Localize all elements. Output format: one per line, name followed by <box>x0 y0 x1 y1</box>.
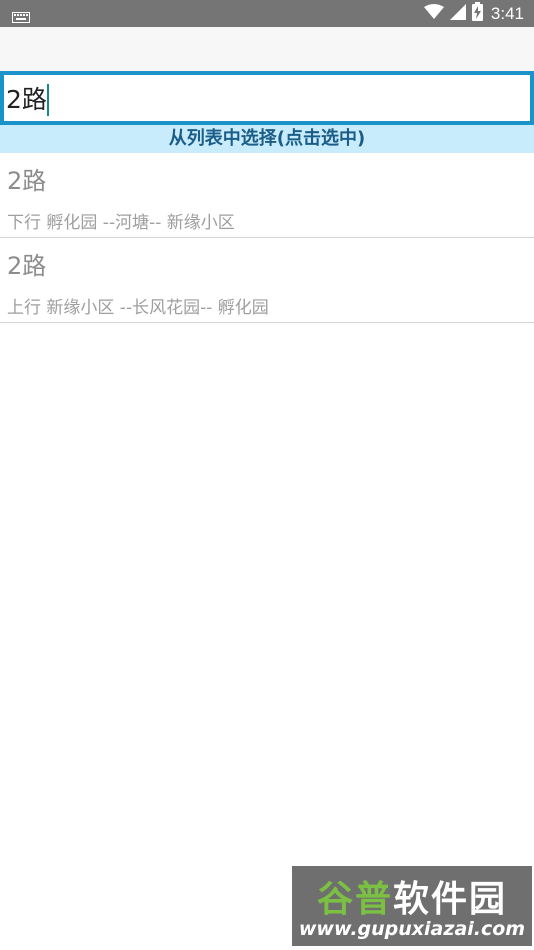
selection-hint-banner: 从列表中选择(点击选中) <box>0 125 534 153</box>
text-cursor <box>47 84 49 116</box>
cellular-signal-icon <box>449 3 466 24</box>
screen: 3:41 从列表中选择(点击选中) 2路 下行 孵化园 --河塘-- 新缘小区 … <box>0 0 534 950</box>
route-name: 2路 <box>7 167 47 195</box>
route-list-item[interactable]: 2路 下行 孵化园 --河塘-- 新缘小区 <box>0 153 534 238</box>
watermark-title-part1: 谷普 <box>316 879 393 920</box>
route-list-item[interactable]: 2路 上行 新缘小区 --长风花园-- 孵化园 <box>0 238 534 323</box>
search-input[interactable] <box>6 78 506 118</box>
status-bar: 3:41 <box>0 0 534 27</box>
watermark-logo: 谷普软件园 www.gupuxiazai.com <box>292 866 532 946</box>
keyboard-icon <box>12 8 30 23</box>
watermark-title-part2: 软件园 <box>393 879 508 920</box>
action-bar <box>0 27 534 71</box>
search-field[interactable] <box>0 71 534 125</box>
wifi-icon <box>423 3 444 24</box>
route-description: 下行 孵化园 --河塘-- 新缘小区 <box>7 213 235 233</box>
route-list: 2路 下行 孵化园 --河塘-- 新缘小区 2路 上行 新缘小区 --长风花园-… <box>0 153 534 323</box>
status-time: 3:41 <box>490 3 524 23</box>
status-icons: 3:41 <box>423 0 524 27</box>
route-name: 2路 <box>7 252 47 280</box>
watermark-url: www.gupuxiazai.com <box>298 918 526 940</box>
route-description: 上行 新缘小区 --长风花园-- 孵化园 <box>7 298 269 318</box>
watermark-title: 谷普软件园 <box>292 870 532 922</box>
battery-charging-icon <box>471 2 483 25</box>
